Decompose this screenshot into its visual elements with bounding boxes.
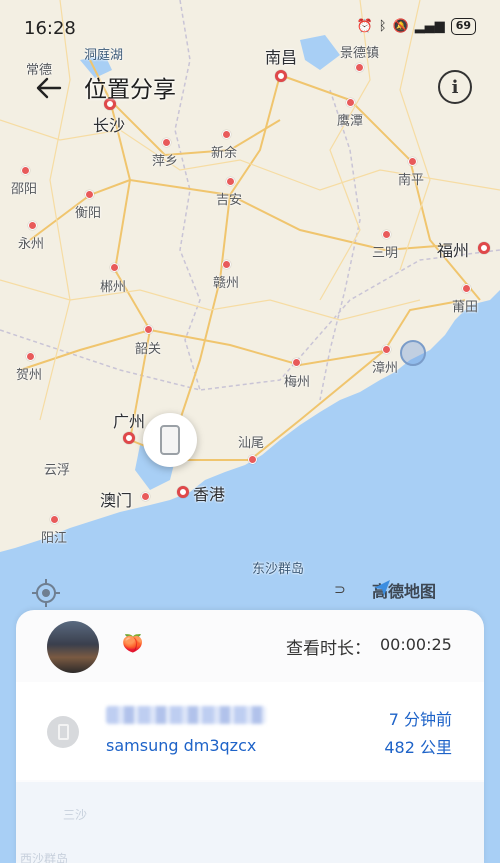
city-label-xinyu: 新余 — [211, 146, 238, 161]
status-time: 16:28 — [24, 18, 76, 39]
device-phone-icon — [47, 716, 79, 748]
city-label-changsha: 长沙 — [93, 116, 126, 135]
faded-map-label: 三沙 — [63, 808, 88, 822]
city-label-hengyang: 衡阳 — [75, 206, 102, 221]
city-label-yongzhou: 永州 — [18, 237, 45, 252]
city-dot-yongzhou — [28, 221, 37, 230]
city-dot-hengyang — [85, 190, 94, 199]
city-label-yunfu: 云浮 — [44, 463, 71, 478]
city-label-shaoguan: 韶关 — [135, 342, 162, 357]
info-button[interactable]: i — [438, 70, 472, 104]
city-dot-pingxiang — [162, 138, 171, 147]
city-dot-putian — [462, 284, 471, 293]
city-dot-shanwei — [248, 455, 257, 464]
city-dot-guangzhou — [123, 432, 135, 444]
status-icons: ⏰ ᛒ 🔕 ▂▄▆ 69 — [356, 18, 476, 35]
view-duration-label: 查看时长： — [286, 639, 371, 659]
status-bar: 16:28 ⏰ ᛒ 🔕 ▂▄▆ 69 — [0, 0, 500, 56]
amap-arrow-icon — [374, 580, 390, 596]
city-label-zhangzhou: 漳州 — [372, 361, 399, 376]
scale-bar: ⊃ — [334, 582, 346, 598]
city-dot-xinyu — [222, 130, 231, 139]
mute-icon: 🔕 — [392, 19, 409, 34]
city-dot-fuzhou — [478, 242, 490, 254]
city-label-guangzhou: 广州 — [113, 412, 146, 431]
city-label-meizhou: 梅州 — [284, 375, 311, 390]
view-duration-value: 00:00:25 — [380, 635, 452, 654]
city-label-jian: 吉安 — [216, 193, 243, 208]
locate-button[interactable] — [30, 577, 62, 609]
device-distance: 482 公里 — [384, 738, 452, 757]
device-row[interactable]: samsung dm3qzcx 7 分钟前 482 公里 — [16, 682, 484, 780]
city-label-shanwei: 汕尾 — [238, 436, 265, 451]
city-dot-ganzhou — [222, 260, 231, 269]
city-label-yingtan: 鹰潭 — [337, 114, 364, 129]
city-dot-yangjiang — [50, 515, 59, 524]
alarm-icon: ⏰ — [356, 19, 373, 34]
city-label-ganzhou: 赣州 — [213, 276, 240, 291]
city-dot-sanming — [382, 230, 391, 239]
back-button[interactable] — [30, 70, 66, 106]
phone-icon — [160, 425, 180, 455]
battery-indicator: 69 — [450, 18, 476, 35]
page-title: 位置分享 — [84, 77, 176, 103]
city-dot-meizhou — [292, 358, 301, 367]
city-dot-shaoguan — [144, 325, 153, 334]
city-label-hezhou: 贺州 — [16, 368, 43, 383]
city-label-sanming: 三明 — [372, 246, 399, 261]
city-label-shaoyang: 邵阳 — [11, 182, 38, 197]
city-dot-nanping — [408, 157, 417, 166]
city-dot-hezhou — [26, 352, 35, 361]
arrow-left-icon — [36, 77, 62, 99]
city-dot-hongkong — [177, 486, 189, 498]
secondary-location-marker[interactable] — [400, 340, 426, 366]
avatar[interactable] — [47, 621, 99, 673]
city-label-macau: 澳门 — [100, 491, 133, 510]
city-label-hongkong: 香港 — [193, 485, 226, 504]
city-dot-shaoyang — [21, 166, 30, 175]
signal-icon: ▂▄▆ — [414, 19, 445, 34]
city-label-fuzhou: 福州 — [437, 241, 470, 260]
city-dot-zhangzhou — [382, 345, 391, 354]
city-dot-chenzhou — [110, 263, 119, 272]
location-share-card: 🍑 查看时长： 00:00:25 samsung dm3qzcx 7 分钟前 4… — [16, 610, 484, 863]
blurred-device-owner — [106, 706, 266, 724]
city-label-pingxiang: 萍乡 — [152, 154, 179, 169]
user-nickname: 🍑 — [122, 634, 144, 654]
crosshair-icon — [32, 579, 60, 607]
last-seen-time: 7 分钟前 — [388, 710, 452, 729]
city-dot-macau — [141, 492, 150, 501]
info-icon: i — [451, 76, 459, 98]
card-footer: 三沙 西沙群岛 — [16, 782, 484, 863]
device-location-marker[interactable] — [143, 413, 197, 467]
city-label-yangjiang: 阳江 — [41, 531, 68, 546]
city-label-putian: 莆田 — [452, 300, 479, 315]
bluetooth-icon: ᛒ — [378, 19, 387, 34]
amap-logo: 高德地图 — [372, 578, 436, 602]
city-label-nanping: 南平 — [398, 173, 425, 188]
title-bar: 位置分享 i — [0, 66, 500, 110]
faded-map-label: 西沙群岛 — [20, 852, 69, 863]
city-dot-jian — [226, 177, 235, 186]
city-label-dongsha: 东沙群岛 — [252, 562, 305, 577]
city-label-chenzhou: 郴州 — [100, 280, 127, 295]
device-name: samsung dm3qzcx — [106, 736, 257, 755]
card-header: 🍑 查看时长： 00:00:25 — [16, 610, 484, 680]
